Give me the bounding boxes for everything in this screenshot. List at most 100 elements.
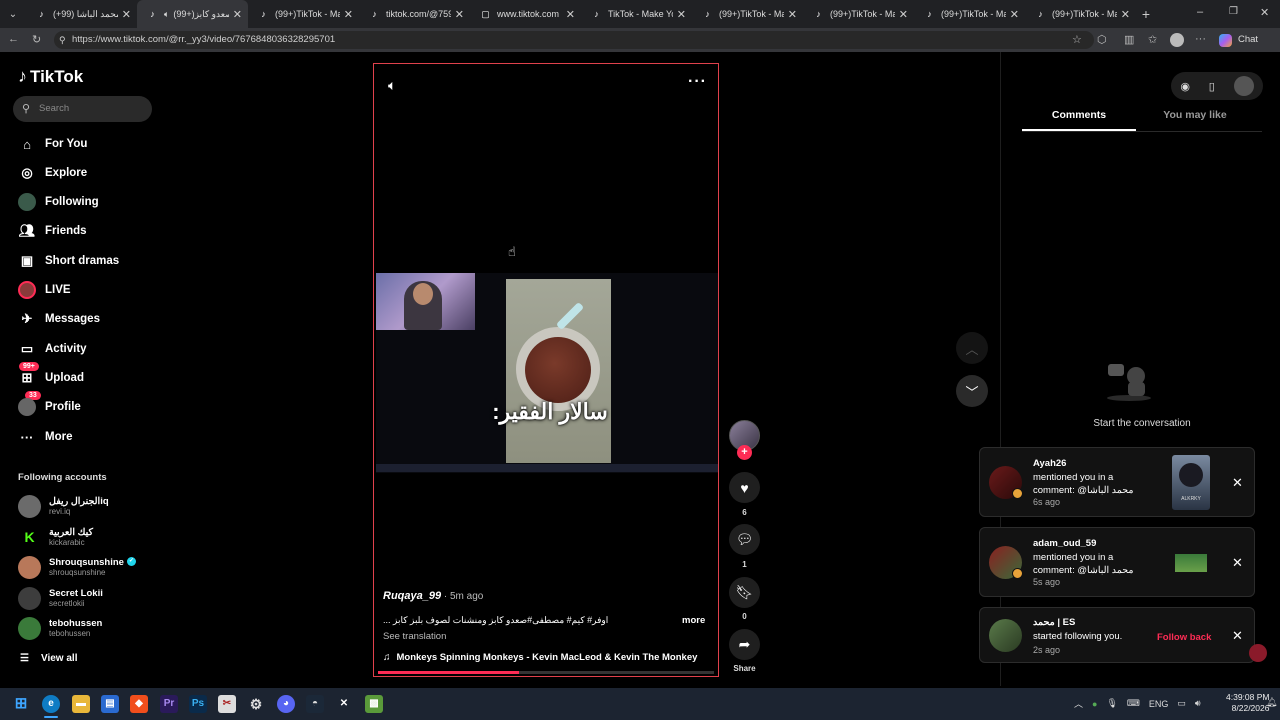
browser-menu-icon[interactable]: ···: [1195, 33, 1206, 45]
nav-more[interactable]: ··· More: [18, 426, 73, 448]
following-account[interactable]: Shrouqsunshine ✓ shrouqsunshine: [18, 554, 136, 580]
nav-live[interactable]: LIVE: [18, 279, 71, 301]
file-explorer-icon[interactable]: ▬: [72, 695, 90, 713]
browser-tab-active[interactable]: ♪🔈︎(99+)صعدو كابز✕: [137, 0, 248, 28]
close-tab-icon[interactable]: ✕: [122, 8, 131, 21]
tab-comments[interactable]: Comments: [1022, 109, 1136, 121]
video-author[interactable]: Ruqaya_99 · 5m ago: [383, 590, 483, 602]
site-info-icon[interactable]: ⚲: [59, 31, 66, 49]
video-player[interactable]: سالار الفقير: 🔈︎ ··· Ruqaya_99 · 5m ago …: [373, 63, 719, 677]
see-translation-link[interactable]: See translation: [383, 631, 446, 642]
snipping-tool-icon[interactable]: ✂: [218, 695, 236, 713]
previous-video-button[interactable]: ︿: [956, 332, 988, 364]
phone-icon[interactable]: ▯: [1209, 80, 1215, 93]
copilot-chat-button[interactable]: Chat: [1238, 34, 1258, 45]
close-tab-icon[interactable]: ✕: [677, 8, 686, 21]
follow-back-button[interactable]: Follow back: [1157, 632, 1211, 643]
notification-toast[interactable]: Ayah26 mentioned you in a comment: @محمد…: [979, 447, 1255, 517]
browser-tab[interactable]: ♪(99+)TikTok - Make✕: [1025, 0, 1136, 28]
reload-icon[interactable]: ↻: [32, 33, 41, 46]
windows-start-icon[interactable]: ⊞: [12, 695, 30, 713]
close-icon[interactable]: ✕: [1232, 555, 1243, 571]
copilot-icon[interactable]: [1219, 34, 1232, 47]
volume-icon[interactable]: 🔈︎: [388, 77, 396, 94]
browser-tab[interactable]: ♪(99+)TikTok - Make✕: [914, 0, 1025, 28]
nav-for-you[interactable]: ⌂ For You: [18, 133, 87, 155]
browser-tab[interactable]: ▢ www.tiktok.com ✕: [470, 0, 581, 28]
steam-icon[interactable]: ◓: [306, 695, 324, 713]
split-screen-icon[interactable]: ▥: [1124, 33, 1134, 46]
notification-toast[interactable]: محمد | ES started following you. 2s ago …: [979, 607, 1255, 663]
nav-profile[interactable]: Profile: [18, 396, 81, 418]
browser-tab[interactable]: ♪TikTok - Make Your✕: [581, 0, 692, 28]
browser-tab[interactable]: ♪(99+)TikTok - Make✕: [803, 0, 914, 28]
browser-tab[interactable]: ♪ محمد الباشا (99+) ✕: [26, 0, 137, 28]
rocket-icon[interactable]: ◉: [1180, 80, 1190, 93]
speaker-icon[interactable]: 🔈︎: [164, 9, 169, 20]
video-thumbnail[interactable]: [1175, 554, 1207, 572]
save-button[interactable]: 🔖︎: [729, 577, 760, 608]
get-app-pill[interactable]: [1249, 644, 1267, 662]
maximize-button[interactable]: ❐: [1229, 6, 1238, 17]
following-account[interactable]: tebohussen tebohussen: [18, 615, 102, 641]
address-bar[interactable]: ⚲ https://www.tiktok.com/@rr._yy3/video/…: [54, 31, 1094, 49]
close-tab-icon[interactable]: ✕: [1010, 8, 1019, 21]
browser-profile-avatar[interactable]: [1170, 33, 1184, 47]
view-all-link[interactable]: ☰ View all: [20, 653, 77, 664]
settings-gear-icon[interactable]: ⚙: [247, 695, 265, 713]
app-tray-icon[interactable]: ●: [1092, 699, 1097, 709]
profile-avatar[interactable]: [1233, 76, 1254, 96]
tab-list-button[interactable]: ⌄: [0, 9, 26, 20]
comment-button[interactable]: 💬︎: [729, 524, 760, 555]
extensions-icon[interactable]: ⬡: [1097, 33, 1107, 46]
language-indicator[interactable]: ENG: [1149, 699, 1169, 709]
nav-following[interactable]: Following: [18, 191, 99, 213]
photoshop-icon[interactable]: Ps: [189, 695, 207, 713]
store-icon[interactable]: ▤: [101, 695, 119, 713]
music-link[interactable]: ♫ Monkeys Spinning Monkeys - Kevin MacLeo…: [383, 652, 697, 663]
premiere-icon[interactable]: Pr: [160, 695, 178, 713]
notification-bell-icon[interactable]: 🔔︎: [1266, 697, 1277, 708]
display-icon[interactable]: ▭: [1177, 698, 1186, 709]
next-video-button[interactable]: ﹀: [956, 375, 988, 407]
like-button[interactable]: ♥: [729, 472, 760, 503]
discord-icon[interactable]: ◕: [277, 695, 295, 713]
close-tab-icon[interactable]: ✕: [1121, 8, 1130, 21]
close-tab-icon[interactable]: ✕: [788, 8, 797, 21]
description-more-button[interactable]: more: [682, 615, 705, 626]
close-tab-icon[interactable]: ✕: [344, 8, 353, 21]
video-progress-bar[interactable]: [378, 671, 714, 674]
chevron-up-icon[interactable]: ︿: [1074, 697, 1083, 710]
nav-short-dramas[interactable]: ▣ Short dramas: [18, 250, 119, 272]
video-more-icon[interactable]: ···: [688, 73, 707, 91]
back-icon[interactable]: ←: [8, 33, 19, 45]
nav-explore[interactable]: ◎ Explore: [18, 162, 87, 184]
tab-you-may-like[interactable]: You may like: [1138, 109, 1252, 121]
nav-messages[interactable]: ✈︎ Messages: [18, 308, 100, 330]
close-tab-icon[interactable]: ✕: [899, 8, 908, 21]
favorite-star-icon[interactable]: ☆: [1072, 33, 1082, 46]
close-tab-icon[interactable]: ✕: [455, 8, 464, 21]
following-account[interactable]: Secret Lokii secretlokii: [18, 585, 103, 611]
following-account[interactable]: K كيك العربية kickarabic: [18, 524, 93, 550]
system-clock[interactable]: 4:39:08 PM 8/22/2026: [1226, 692, 1269, 714]
share-button[interactable]: ➦: [729, 629, 760, 660]
nav-activity[interactable]: ▭ Activity: [18, 338, 87, 360]
video-thumbnail[interactable]: ALKRKY: [1172, 455, 1210, 510]
microphone-icon[interactable]: 🎙︎: [1106, 698, 1117, 709]
following-account[interactable]: الجنرال ريفلiq revi.iq: [18, 493, 109, 519]
capcut-icon[interactable]: ✕: [335, 695, 353, 713]
keyboard-icon[interactable]: ⌨: [1127, 698, 1140, 709]
tiktok-logo[interactable]: ♪ TikTok: [18, 66, 83, 87]
browser-tab[interactable]: ♪(99+)TikTok - Make✕: [692, 0, 803, 28]
new-tab-button[interactable]: +: [1136, 6, 1156, 22]
minecraft-icon[interactable]: ▩: [365, 695, 383, 713]
nav-friends[interactable]: 👥︎ Friends: [18, 220, 87, 242]
minimize-button[interactable]: –: [1197, 6, 1203, 18]
volume-icon[interactable]: 🔊︎: [1195, 698, 1201, 709]
browser-tab[interactable]: ♪tiktok.com/@7596✕: [359, 0, 470, 28]
close-tab-icon[interactable]: ✕: [233, 8, 242, 21]
browser-tab[interactable]: ♪(99+)TikTok - Make✕: [248, 0, 359, 28]
nav-upload[interactable]: ⊞ Upload: [18, 367, 84, 389]
close-tab-icon[interactable]: ✕: [566, 8, 575, 21]
